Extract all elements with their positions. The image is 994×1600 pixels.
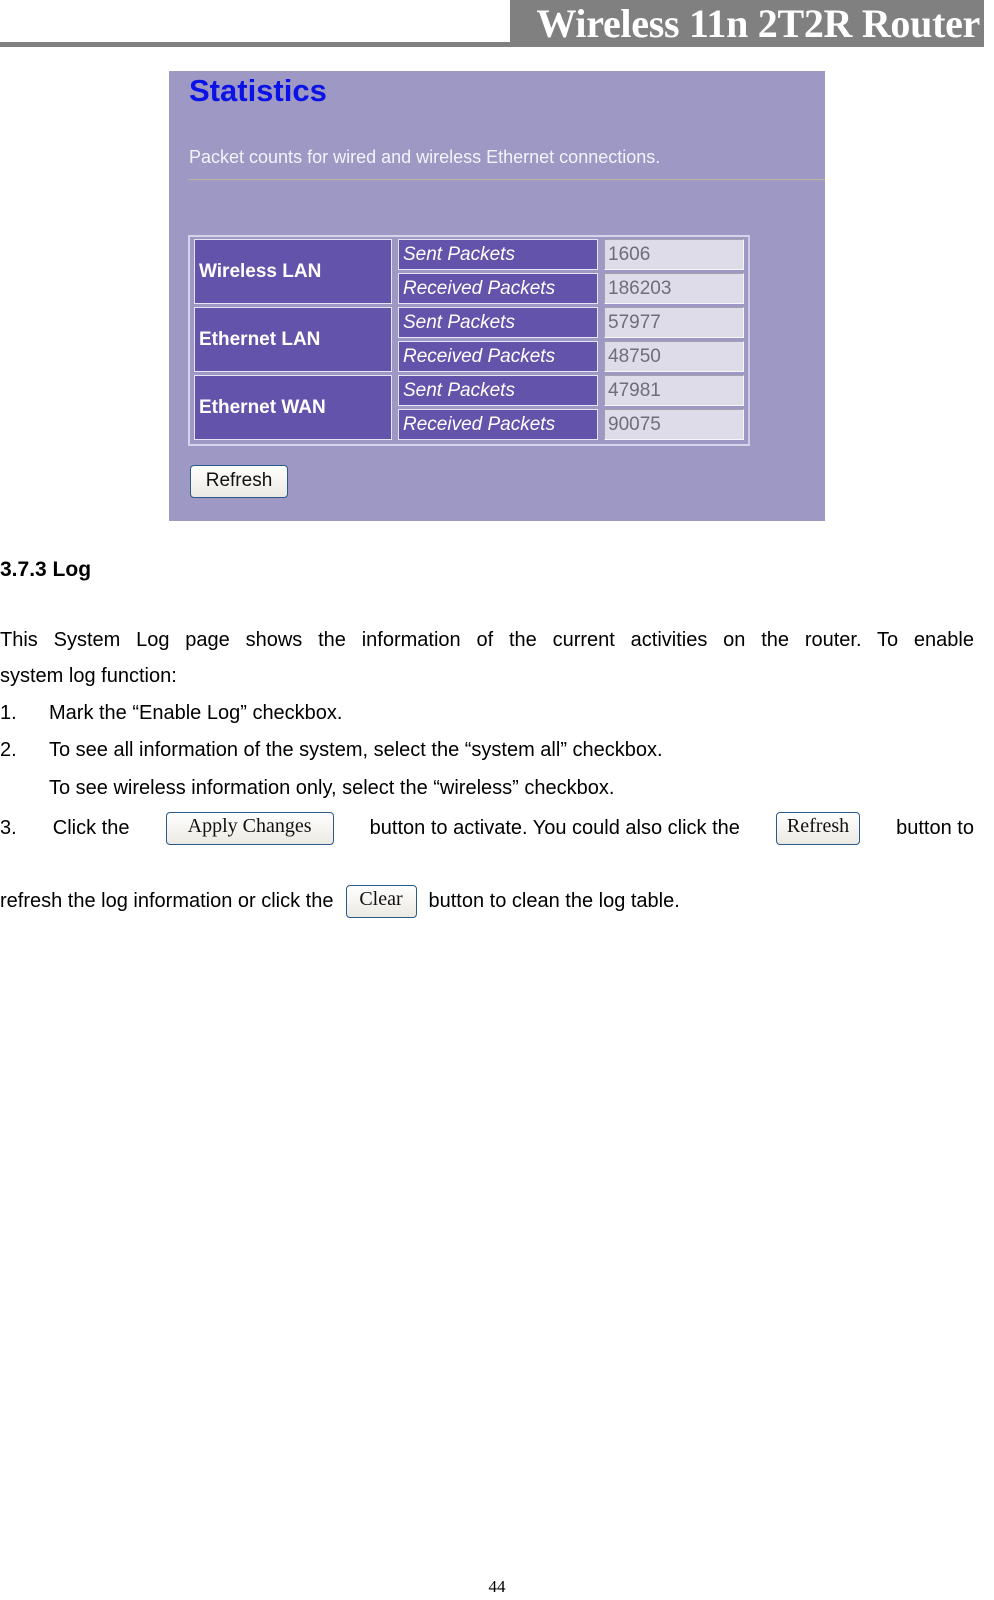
refresh-log-button[interactable]: Refresh bbox=[776, 811, 861, 845]
header-rule bbox=[0, 42, 510, 47]
page-number: 44 bbox=[488, 1577, 506, 1596]
intro-line-1: This System Log page shows the informati… bbox=[0, 629, 974, 651]
step-text: To see all information of the system, se… bbox=[49, 739, 663, 761]
row-value: 47981 bbox=[604, 375, 744, 406]
section-heading: 3.7.3 Log bbox=[0, 558, 92, 581]
step-text: button to clean the log table. bbox=[428, 890, 680, 912]
row-value: 48750 bbox=[604, 341, 744, 372]
group-label: Ethernet WAN bbox=[194, 375, 392, 440]
group-label: Wireless LAN bbox=[194, 239, 392, 304]
stats-group-ethernet-lan: Ethernet LAN Sent Packets 57977 Received… bbox=[194, 307, 745, 372]
row-label: Sent Packets bbox=[398, 239, 598, 270]
divider bbox=[188, 179, 825, 180]
stats-group-wireless-lan: Wireless LAN Sent Packets 1606 Received … bbox=[194, 239, 745, 304]
intro-line-2: system log function: bbox=[0, 665, 177, 687]
row-label: Received Packets bbox=[398, 341, 598, 372]
step-text: To see wireless information only, select… bbox=[49, 777, 615, 799]
statistics-title: Statistics bbox=[189, 73, 327, 108]
row-label: Sent Packets bbox=[398, 375, 598, 406]
row-value: 90075 bbox=[604, 409, 744, 440]
step-text: Mark the “Enable Log” checkbox. bbox=[49, 702, 343, 724]
step-text: refresh the log information or click the bbox=[0, 890, 334, 912]
step-number: 3. bbox=[0, 817, 17, 839]
document-header-title: Wireless 11n 2T2R Router bbox=[510, 0, 984, 47]
statistics-description: Packet counts for wired and wireless Eth… bbox=[189, 147, 661, 167]
row-value: 57977 bbox=[604, 307, 744, 338]
apply-changes-button[interactable]: Apply Changes bbox=[165, 811, 334, 845]
refresh-button[interactable]: Refresh bbox=[190, 465, 288, 498]
step-2-extra: To see wireless information only, select… bbox=[0, 776, 974, 800]
row-label: Received Packets bbox=[398, 409, 598, 440]
row-label: Received Packets bbox=[398, 273, 598, 304]
step-3-line-2: refresh the log information or click the… bbox=[0, 881, 974, 921]
statistics-table: Wireless LAN Sent Packets 1606 Received … bbox=[188, 235, 750, 446]
step-text: Click the bbox=[52, 817, 130, 839]
statistics-screenshot: Statistics Packet counts for wired and w… bbox=[169, 71, 825, 521]
step-3-line-1: 3. Click the Apply Changes button to act… bbox=[0, 808, 974, 848]
row-value: 1606 bbox=[604, 239, 744, 270]
row-value: 186203 bbox=[604, 273, 744, 304]
step-number: 1. bbox=[0, 702, 17, 724]
step-2: 2. To see all information of the system, … bbox=[0, 738, 974, 762]
row-label: Sent Packets bbox=[398, 307, 598, 338]
step-text: button to bbox=[896, 817, 974, 839]
clear-log-button[interactable]: Clear bbox=[345, 884, 417, 918]
step-1: 1. Mark the “Enable Log” checkbox. bbox=[0, 701, 974, 725]
group-label: Ethernet LAN bbox=[194, 307, 392, 372]
step-number: 2. bbox=[0, 739, 17, 761]
stats-group-ethernet-wan: Ethernet WAN Sent Packets 47981 Received… bbox=[194, 375, 745, 440]
step-text: button to activate. You could also click… bbox=[369, 817, 740, 839]
